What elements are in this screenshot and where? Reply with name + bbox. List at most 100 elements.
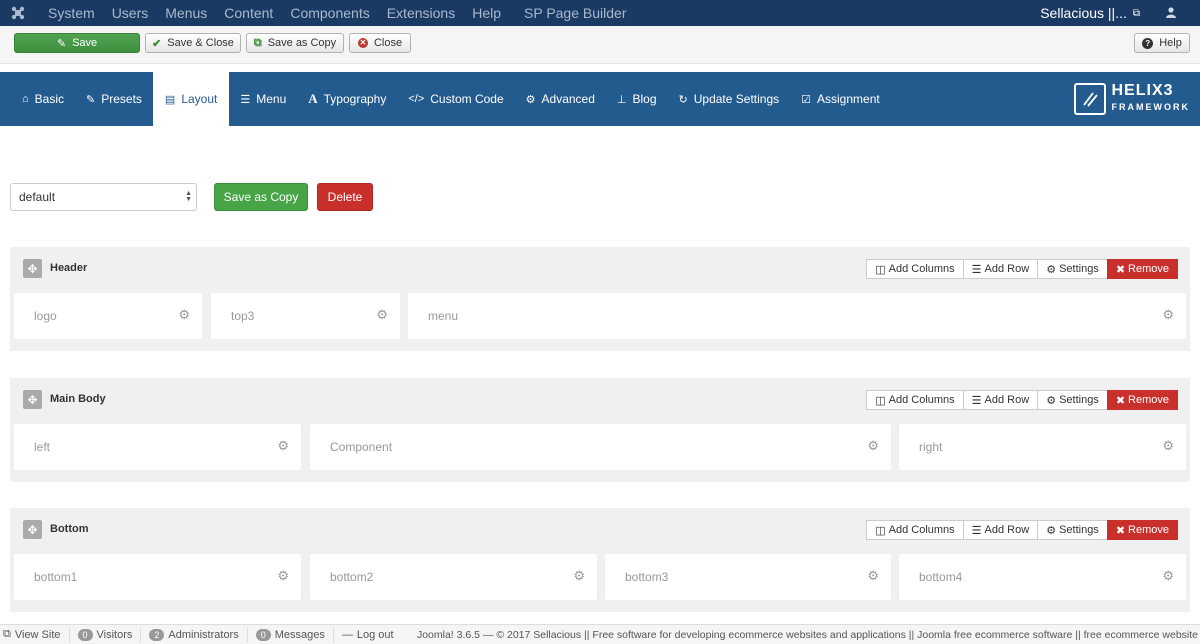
- layout-column[interactable]: menu ⚙: [408, 293, 1186, 339]
- column-settings-icon[interactable]: ⚙: [1162, 568, 1174, 584]
- menu-extensions[interactable]: Extensions: [387, 5, 455, 21]
- tab-custom-code[interactable]: </> Custom Code: [397, 72, 514, 126]
- menu-system[interactable]: System: [48, 5, 95, 21]
- layout-column[interactable]: bottom3 ⚙: [605, 554, 891, 600]
- columns-icon: ◫: [875, 263, 886, 276]
- tab-advanced[interactable]: ⚙ Advanced: [515, 72, 606, 126]
- refresh-icon: ↻: [678, 93, 688, 106]
- tab-label: Blog: [632, 92, 657, 106]
- edit-icon: ✎: [56, 37, 67, 50]
- administrators-link[interactable]: 2 Administrators: [141, 627, 248, 642]
- admin-menubar: System Users Menus Content Components Ex…: [0, 0, 1200, 26]
- column-settings-icon[interactable]: ⚙: [277, 438, 289, 454]
- column-settings-icon[interactable]: ⚙: [573, 568, 585, 584]
- tab-presets[interactable]: ✎ Presets: [75, 72, 153, 126]
- list-icon: ☰: [971, 394, 982, 407]
- close-icon: ✖: [1115, 263, 1126, 276]
- site-name-link[interactable]: Sellacious ||...: [1040, 5, 1127, 21]
- move-icon[interactable]: ✥: [23, 390, 42, 409]
- pin-icon: ⊥: [616, 93, 627, 106]
- section-header-bar: ✥ Bottom ◫ Add Columns ☰ Add Row ⚙ Settings…: [10, 508, 1190, 548]
- layout-column[interactable]: bottom4 ⚙: [899, 554, 1186, 600]
- column-label: bottom4: [919, 570, 963, 584]
- settings-button[interactable]: ⚙ Settings: [1037, 520, 1108, 540]
- add-columns-button[interactable]: ◫ Add Columns: [866, 259, 964, 279]
- column-settings-icon[interactable]: ⚙: [1162, 438, 1174, 454]
- visitors-link[interactable]: 0 Visitors: [70, 627, 142, 642]
- tab-assignment[interactable]: ☑ Assignment: [790, 72, 891, 126]
- layout-column[interactable]: Component ⚙: [310, 424, 891, 470]
- list-icon: ☰: [971, 263, 982, 276]
- menu-menus[interactable]: Menus: [165, 5, 207, 21]
- remove-button[interactable]: ✖ Remove: [1106, 390, 1178, 410]
- settings-button[interactable]: ⚙ Settings: [1037, 259, 1108, 279]
- menu-users[interactable]: Users: [112, 5, 149, 21]
- action-toolbar: ✎ Save ✔ Save & Close ⧉ Save as Copy ✕ C…: [0, 26, 1200, 64]
- user-icon[interactable]: [1166, 5, 1176, 21]
- column-settings-icon[interactable]: ⚙: [867, 568, 879, 584]
- save-close-button[interactable]: ✔ Save & Close: [145, 33, 241, 53]
- tab-label: Typography: [323, 92, 387, 106]
- helix-tab-bar: ⌂ Basic ✎ Presets ▤ Layout ☰ Menu A Typograph…: [0, 72, 1200, 126]
- menu-help[interactable]: Help: [472, 5, 501, 21]
- tab-menu[interactable]: ☰ Menu: [229, 72, 297, 126]
- menu-content[interactable]: Content: [224, 5, 273, 21]
- tab-layout[interactable]: ▤ Layout: [152, 72, 230, 126]
- add-row-button[interactable]: ☰ Add Row: [962, 520, 1039, 540]
- layout-column[interactable]: bottom1 ⚙: [14, 554, 301, 600]
- layout-delete-button[interactable]: Delete: [317, 183, 373, 211]
- view-site-link[interactable]: ⧉ View Site: [0, 627, 70, 642]
- column-settings-icon[interactable]: ⚙: [1162, 307, 1174, 323]
- layout-column[interactable]: left ⚙: [14, 424, 301, 470]
- close-button[interactable]: ✕ Close: [349, 33, 411, 53]
- layout-column[interactable]: logo ⚙: [14, 293, 202, 339]
- tab-update-settings[interactable]: ↻ Update Settings: [668, 72, 791, 126]
- column-settings-icon[interactable]: ⚙: [277, 568, 289, 584]
- helix-logo-text: HELIX3 FRAMEWORK: [1111, 82, 1190, 113]
- tab-blog[interactable]: ⊥ Blog: [606, 72, 668, 126]
- save-copy-button[interactable]: ⧉ Save as Copy: [246, 33, 344, 53]
- tab-typography[interactable]: A Typography: [297, 72, 397, 126]
- menu-components[interactable]: Components: [290, 5, 369, 21]
- section-title: Header: [50, 262, 88, 274]
- layout-save-copy-button[interactable]: Save as Copy: [214, 183, 308, 211]
- remove-button[interactable]: ✖ Remove: [1106, 520, 1178, 540]
- add-row-button[interactable]: ☰ Add Row: [962, 390, 1039, 410]
- column-settings-icon[interactable]: ⚙: [178, 307, 190, 323]
- tab-basic[interactable]: ⌂ Basic: [0, 72, 75, 126]
- layout-column[interactable]: bottom2 ⚙: [310, 554, 597, 600]
- save-label: Save: [72, 37, 98, 49]
- section-header-bar: ✥ Main Body ◫ Add Columns ☰ Add Row ⚙ Setti…: [10, 378, 1190, 418]
- home-icon: ⌂: [22, 93, 29, 105]
- copy-icon: ⧉: [253, 36, 262, 49]
- tab-label: Custom Code: [430, 92, 504, 106]
- layout-select[interactable]: default ▲ ▼: [10, 183, 197, 211]
- layout-column[interactable]: top3 ⚙: [211, 293, 400, 339]
- logout-link[interactable]: — Log out: [334, 628, 402, 642]
- help-button[interactable]: ? Help: [1134, 33, 1190, 53]
- gear-icon: ⚙: [1046, 394, 1057, 407]
- external-link-icon: ⧉: [3, 628, 11, 640]
- column-label: bottom1: [34, 570, 78, 584]
- add-columns-button[interactable]: ◫ Add Columns: [866, 520, 964, 540]
- add-columns-button[interactable]: ◫ Add Columns: [866, 390, 964, 410]
- column-label: logo: [34, 309, 57, 323]
- select-caret-icon: ▲ ▼: [185, 190, 192, 203]
- remove-button[interactable]: ✖ Remove: [1106, 259, 1178, 279]
- messages-link[interactable]: 0 Messages: [248, 627, 334, 642]
- menu-sp-page-builder[interactable]: SP Page Builder: [524, 5, 626, 21]
- columns-icon: ◫: [875, 524, 886, 537]
- add-row-button[interactable]: ☰ Add Row: [962, 259, 1039, 279]
- joomla-logo-icon[interactable]: [0, 5, 36, 21]
- column-settings-icon[interactable]: ⚙: [867, 438, 879, 454]
- tab-label: Presets: [101, 92, 142, 106]
- list-icon: ☰: [240, 93, 251, 106]
- move-icon[interactable]: ✥: [23, 259, 42, 278]
- section-tools: ◫ Add Columns ☰ Add Row ⚙ Settings ✖ Remove: [866, 520, 1178, 540]
- layout-section-header: ✥ Header ◫ Add Columns ☰ Add Row ⚙ Settings…: [10, 247, 1190, 351]
- move-icon[interactable]: ✥: [23, 520, 42, 539]
- settings-button[interactable]: ⚙ Settings: [1037, 390, 1108, 410]
- layout-column[interactable]: right ⚙: [899, 424, 1186, 470]
- save-button[interactable]: ✎ Save: [14, 33, 140, 53]
- column-settings-icon[interactable]: ⚙: [376, 307, 388, 323]
